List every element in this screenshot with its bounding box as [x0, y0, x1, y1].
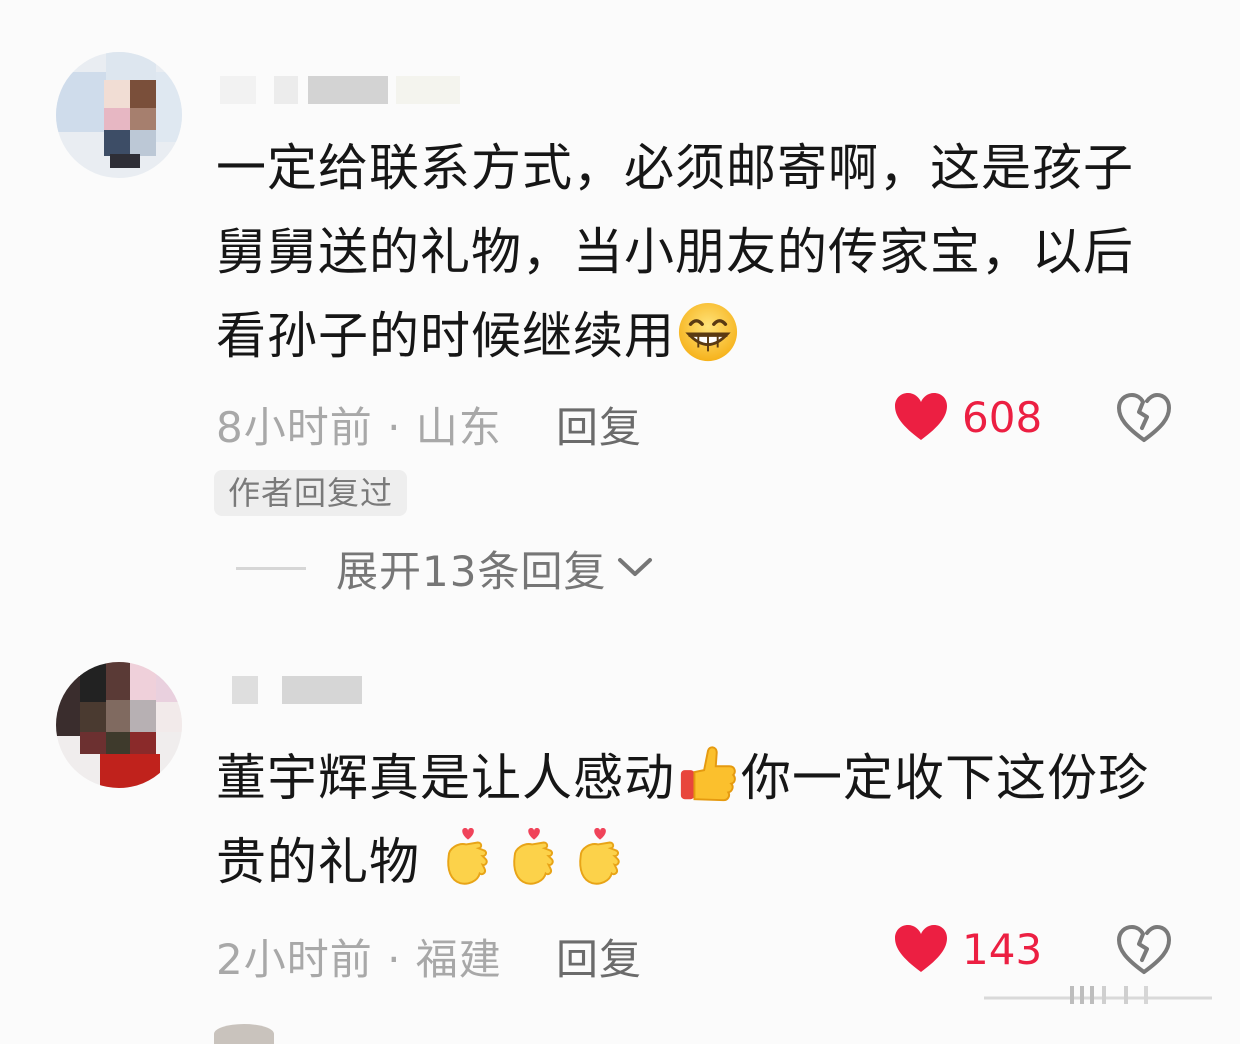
finger-heart-emoji — [579, 827, 620, 885]
comment-time: 8小时前 — [216, 403, 373, 452]
heart-icon — [895, 925, 947, 972]
avatar[interactable] — [56, 52, 182, 178]
meta-separator: · — [372, 403, 416, 452]
comment-text-line: 舅舅送的礼物，当小朋友的传家宝，以后 — [216, 223, 1134, 281]
comment-location: 山东 — [415, 403, 502, 452]
comment-meta: 2小时前 · 福建 — [216, 926, 502, 987]
reply-button[interactable]: 回复 — [556, 926, 642, 987]
comment-item: 一定给联系方式，必须邮寄啊，这是孩子 舅舅送的礼物，当小朋友的传家宝，以后 看孙… — [0, 0, 1240, 620]
username-blurred[interactable] — [220, 676, 420, 706]
comment-text-line: 看孙子的时候继续用 — [216, 307, 675, 365]
author-replied-badge: 作者回复过 — [214, 470, 408, 516]
like-count: 143 — [962, 924, 1043, 974]
comment-meta: 8小时前 · 山东 — [216, 394, 502, 455]
comment-text: 一定给联系方式，必须邮寄啊，这是孩子 舅舅送的礼物，当小朋友的传家宝，以后 看孙… — [216, 126, 1196, 378]
comment-text-line: 一定给联系方式，必须邮寄啊，这是孩子 — [216, 139, 1134, 197]
reply-button[interactable]: 回复 — [556, 394, 642, 455]
expand-replies-label: 展开13条回复 — [336, 546, 607, 596]
comment-time: 2小时前 — [216, 935, 373, 984]
divider — [236, 566, 306, 570]
comment-text-line: 你一定收下这份珍 — [741, 749, 1149, 807]
heart-icon — [895, 393, 947, 440]
username-blurred[interactable] — [220, 76, 480, 106]
finger-heart-emoji — [447, 827, 488, 885]
scroll-indicator — [984, 986, 1212, 1004]
comment-location: 福建 — [415, 935, 502, 984]
comment-text-line: 贵的礼物 — [216, 833, 420, 891]
like-count: 608 — [962, 392, 1043, 442]
finger-heart-emoji — [513, 827, 554, 885]
comment-item: 董宇辉真是让人感动 你一定收下这份珍 贵的礼物 2小时前 · 福建 回复 143 — [0, 620, 1240, 1035]
meta-separator: · — [372, 935, 416, 984]
comment-text-line: 董宇辉真是让人感动 — [216, 749, 675, 807]
broken-heart-icon[interactable] — [1116, 392, 1172, 444]
thumbs-up-emoji — [680, 746, 736, 802]
broken-heart-icon[interactable] — [1116, 924, 1172, 976]
like-button[interactable]: 608 — [894, 392, 1042, 442]
comment-text: 董宇辉真是让人感动 你一定收下这份珍 贵的礼物 — [216, 736, 1196, 904]
avatar[interactable] — [56, 662, 182, 788]
chevron-down-icon — [618, 558, 653, 576]
like-button[interactable]: 143 — [894, 924, 1042, 974]
avatar[interactable] — [214, 1024, 274, 1044]
expand-replies-button[interactable]: 展开13条回复 — [236, 538, 654, 598]
grin-emoji — [678, 302, 738, 362]
